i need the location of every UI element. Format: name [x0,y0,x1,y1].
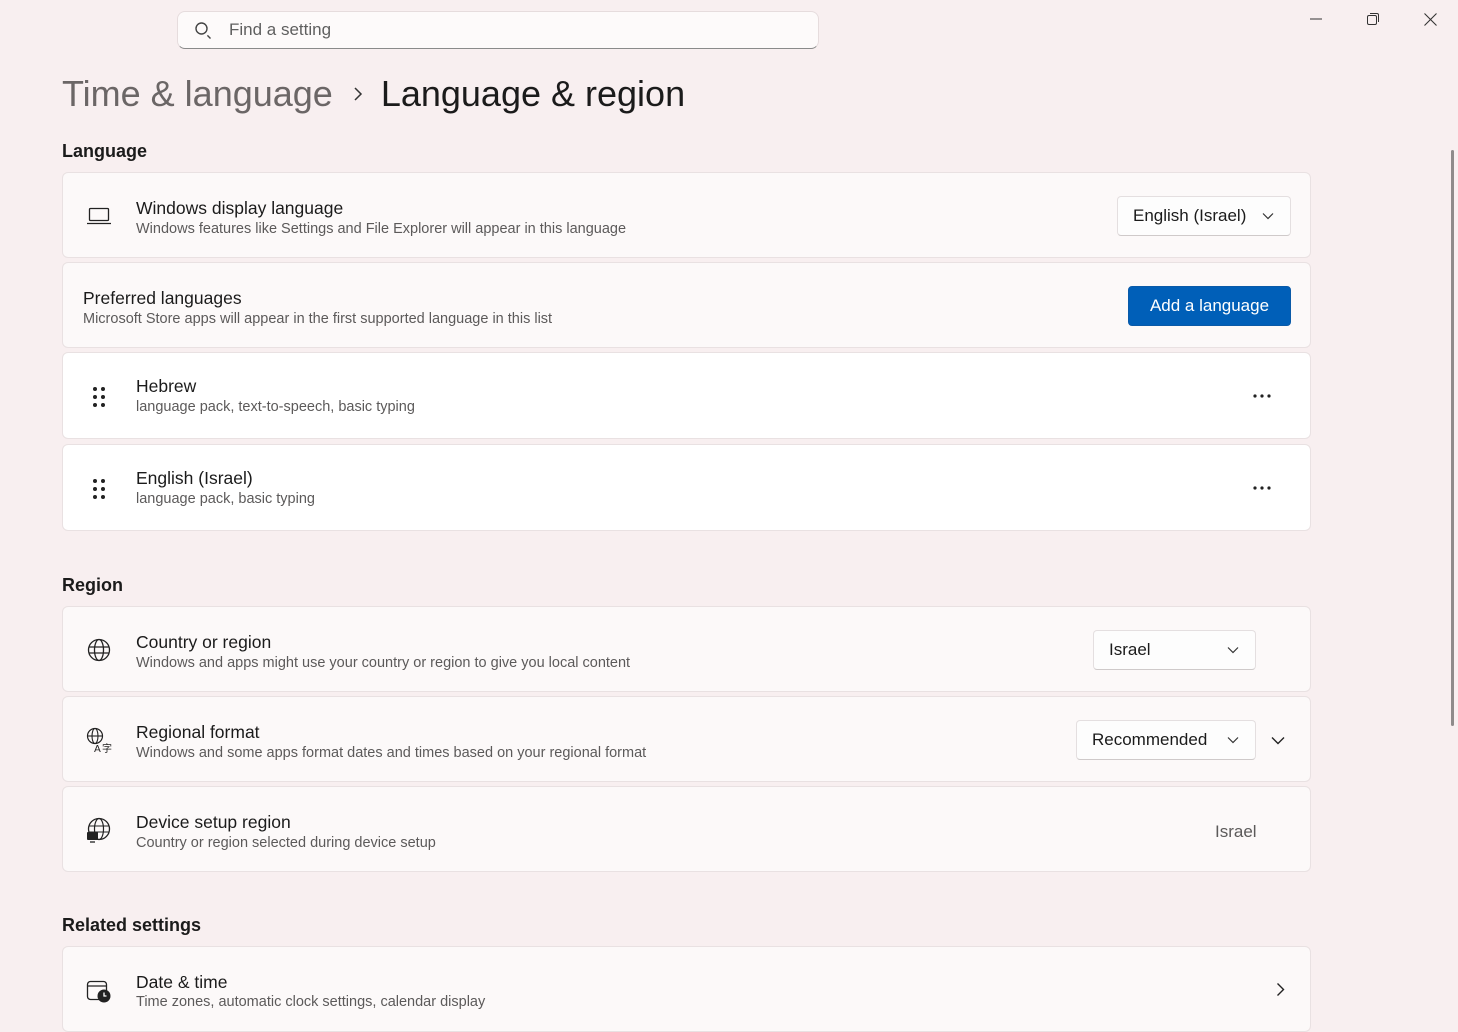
preferred-languages-card: Preferred languages Microsoft Store apps… [62,262,1311,348]
restore-icon [1367,13,1379,25]
language-format-icon: A 字 [85,726,113,754]
regional-format-value: Recommended [1092,730,1208,749]
regional-format-title: Regional format [136,722,260,742]
language-name: Hebrew [136,376,197,396]
device-setup-region-card: Device setup region Country or region se… [62,786,1311,872]
search-input[interactable] [227,19,791,41]
globe-icon [85,636,113,664]
device-setup-region-value: Israel [1215,822,1257,841]
date-time-title: Date & time [136,972,228,992]
regional-format-card[interactable]: A 字 Regional format Windows and some app… [62,696,1311,782]
region-section-heading: Region [62,575,123,595]
chevron-right-icon [353,86,363,102]
device-setup-region-title: Device setup region [136,812,291,832]
svg-text:A: A [94,744,101,753]
date-time-link-card[interactable]: Date & time Time zones, automatic clock … [62,946,1311,1032]
minimize-icon [1310,18,1322,20]
breadcrumb-parent-link[interactable]: Time & language [62,73,333,115]
minimize-button[interactable] [1293,4,1339,34]
country-region-value: Israel [1109,640,1151,659]
display-language-title: Windows display language [136,198,344,218]
drag-handle-icon[interactable] [85,475,113,503]
display-language-value: English (Israel) [1133,206,1247,225]
chevron-down-icon [1227,647,1239,654]
breadcrumb: Time & language Language & region [62,70,685,118]
language-item[interactable]: English (Israel) language pack, basic ty… [62,444,1311,531]
close-icon [1423,12,1437,26]
scrollbar-thumb[interactable] [1451,150,1454,726]
country-region-desc: Windows and apps might use your country … [136,655,631,671]
display-language-desc: Windows features like Settings and File … [136,221,627,237]
device-setup-region-desc: Country or region selected during device… [136,835,436,851]
language-section-heading: Language [62,141,148,161]
related-settings-heading: Related settings [62,915,202,935]
page-title: Language & region [380,73,686,114]
country-region-title: Country or region [136,632,272,652]
close-button[interactable] [1407,4,1453,34]
date-time-desc: Time zones, automatic clock settings, ca… [136,994,486,1010]
more-options-icon[interactable] [1250,476,1274,500]
chevron-right-icon [1276,982,1285,1002]
country-region-card: Country or region Windows and apps might… [62,606,1311,692]
drag-handle-icon[interactable] [85,383,113,411]
more-options-icon[interactable] [1250,384,1274,408]
chevron-down-icon [1262,213,1274,220]
expand-chevron-icon[interactable] [1271,732,1285,750]
preferred-languages-desc: Microsoft Store apps will appear in the … [83,311,553,327]
calendar-clock-icon [85,977,113,1005]
svg-text:字: 字 [102,742,112,753]
search-icon [195,22,211,39]
chevron-down-icon [1227,737,1239,744]
language-item[interactable]: Hebrew language pack, text-to-speech, ba… [62,352,1311,439]
display-language-dropdown[interactable]: English (Israel) [1117,196,1291,236]
add-language-button[interactable]: Add a language [1128,286,1291,326]
language-features: language pack, basic typing [136,491,315,507]
display-language-card: Windows display language Windows feature… [62,172,1311,258]
regional-format-dropdown[interactable]: Recommended [1076,720,1256,760]
search-box[interactable] [177,11,819,49]
preferred-languages-title: Preferred languages [83,288,242,308]
laptop-icon [85,202,113,230]
restore-button[interactable] [1350,4,1396,34]
regional-format-desc: Windows and some apps format dates and t… [136,745,647,761]
globe-device-icon [85,816,113,844]
country-region-dropdown[interactable]: Israel [1093,630,1256,670]
language-features: language pack, text-to-speech, basic typ… [136,399,415,415]
language-name: English (Israel) [136,468,253,488]
